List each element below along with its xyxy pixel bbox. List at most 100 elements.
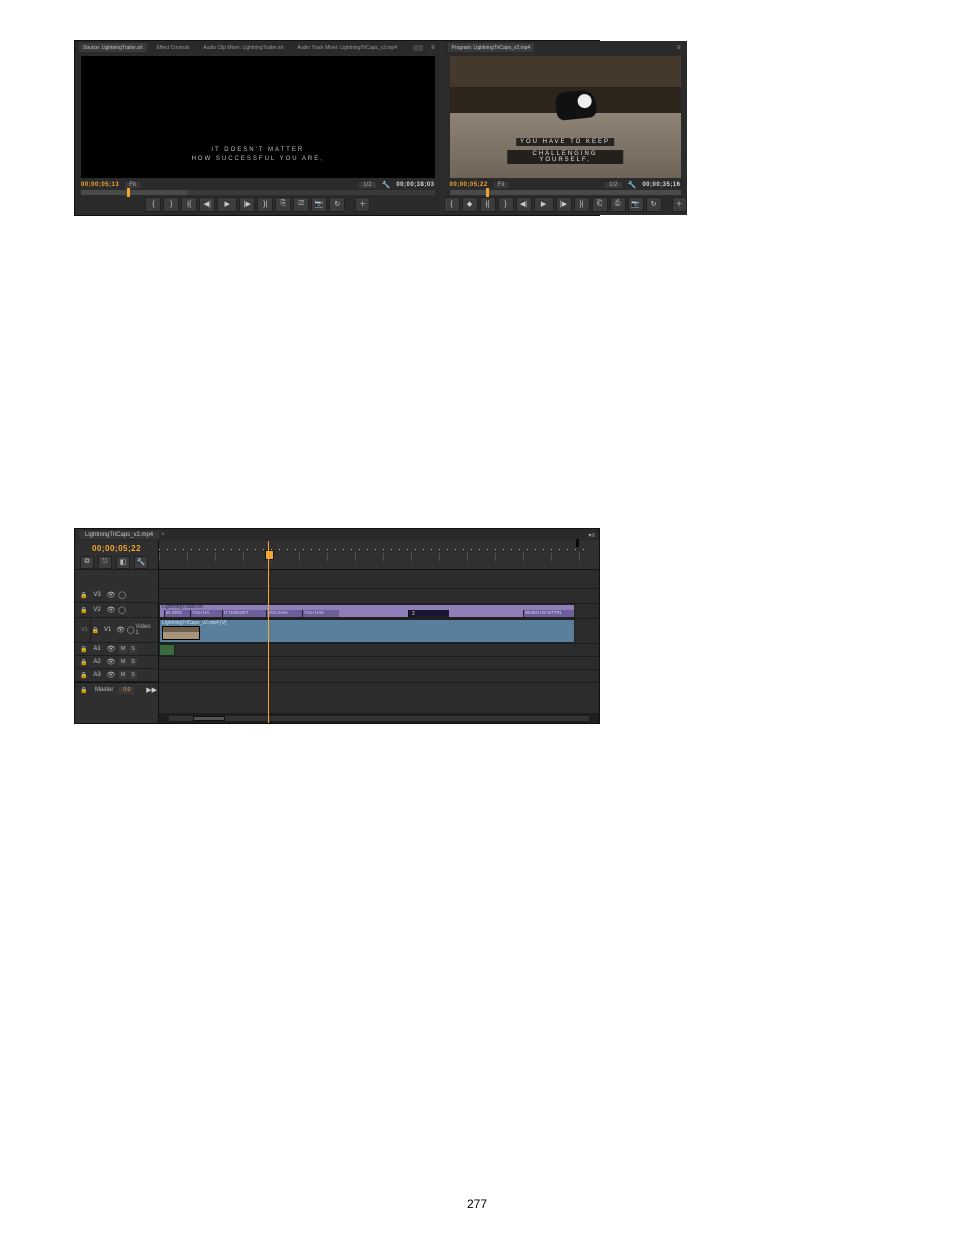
- caption-segment[interactable]: YOU HAV: [266, 610, 303, 617]
- audio-clip[interactable]: [159, 644, 175, 656]
- track-head-v1[interactable]: V1 🔒 V1 👁 ◯ Video 1: [75, 618, 158, 643]
- mute-button[interactable]: M: [119, 671, 127, 679]
- track-head-v3[interactable]: 🔒 V3 👁 ◯: [75, 588, 158, 603]
- play-icon[interactable]: ▶: [534, 197, 554, 212]
- lock-icon[interactable]: 🔒: [79, 659, 89, 666]
- loop-icon[interactable]: ↻: [646, 197, 662, 212]
- sync-lock-icon[interactable]: ◯: [117, 606, 127, 614]
- tab-audio-clip-mixer[interactable]: Audio Clip Mixer: LightningTrailer.srt: [199, 43, 287, 52]
- track-head-a1[interactable]: 🔒 A1 👁 M S: [75, 643, 158, 656]
- mark-in-icon[interactable]: {: [444, 197, 460, 212]
- mark-out-icon[interactable]: }: [163, 197, 179, 212]
- caption-segment[interactable]: YOU HAV: [302, 610, 339, 617]
- track-head-a3[interactable]: 🔒 A3 👁 M S: [75, 669, 158, 682]
- playhead-flag-icon[interactable]: [265, 550, 274, 560]
- master-db[interactable]: 0.0: [119, 686, 134, 694]
- source-res-button[interactable]: 1/2: [359, 182, 375, 188]
- linked-selection-icon[interactable]: ◧: [116, 556, 130, 569]
- eye-icon[interactable]: 👁: [105, 606, 117, 614]
- playhead-line[interactable]: [268, 541, 269, 723]
- eye-icon[interactable]: 👁: [115, 626, 126, 634]
- go-in-icon[interactable]: |{: [181, 197, 197, 212]
- settings-icon[interactable]: 🔧: [134, 556, 148, 569]
- lane-a1[interactable]: [159, 644, 599, 657]
- timeline-playhead-tc[interactable]: 00;00;05;22: [92, 544, 141, 553]
- insert-icon[interactable]: ⎘: [275, 197, 291, 212]
- timeline-content[interactable]: LightningTrailer.srt IN ORD YOU HA IT DO…: [159, 541, 599, 723]
- sync-lock-icon[interactable]: ◯: [117, 591, 127, 599]
- mute-icon[interactable]: 👁: [105, 658, 117, 666]
- mark-in-icon[interactable]: {: [145, 197, 161, 212]
- lane-a3[interactable]: [159, 670, 599, 683]
- button-editor-icon[interactable]: ＋: [355, 197, 370, 212]
- wrench-icon[interactable]: 🔧: [382, 181, 391, 189]
- step-fwd-icon[interactable]: |▶: [556, 197, 572, 212]
- srt-clip[interactable]: LightningTrailer.srt IN ORD YOU HA IT DO…: [159, 604, 575, 618]
- source-tab-overflow[interactable]: [413, 45, 423, 51]
- lock-icon[interactable]: 🔒: [79, 592, 89, 599]
- caption-number[interactable]: 2: [408, 610, 449, 617]
- export-frame-icon[interactable]: 📷: [628, 197, 644, 212]
- tab-audio-track-mixer[interactable]: Audio Track Mixer: LightningTriCaps_v2.m…: [293, 43, 401, 52]
- step-back-icon[interactable]: ◀|: [516, 197, 532, 212]
- panel-menu-icon[interactable]: ▾≡: [588, 532, 595, 539]
- lane-v3[interactable]: [159, 589, 599, 604]
- program-viewport[interactable]: YOU HAVE TO KEEP CHALLENGING YOURSELF,: [450, 56, 681, 178]
- caption-segment[interactable]: YOU HA: [190, 610, 223, 617]
- solo-button[interactable]: S: [129, 645, 137, 653]
- work-area-end-icon[interactable]: [576, 539, 579, 547]
- lane-v2[interactable]: LightningTrailer.srt IN ORD YOU HA IT DO…: [159, 604, 599, 619]
- master-track-head[interactable]: 🔒 Master 0.0 ▶▶: [75, 682, 158, 697]
- lock-icon[interactable]: 🔒: [91, 627, 100, 634]
- overwrite-icon[interactable]: ⎚: [293, 197, 309, 212]
- tab-effect-controls[interactable]: Effect Controls: [153, 43, 194, 52]
- eye-icon[interactable]: 👁: [105, 591, 117, 599]
- mute-button[interactable]: M: [119, 658, 127, 666]
- caption-segment[interactable]: WHEN I'M SITTIN: [523, 610, 574, 617]
- mute-icon[interactable]: 👁: [105, 645, 117, 653]
- panel-menu-icon[interactable]: ≡: [675, 45, 683, 51]
- add-marker-icon[interactable]: ◆: [462, 197, 478, 212]
- nest-icon[interactable]: ⧉: [80, 556, 94, 569]
- loop-icon[interactable]: ↻: [329, 197, 345, 212]
- caption-segment[interactable]: IN ORD: [164, 610, 191, 617]
- program-res-button[interactable]: 1/2: [605, 182, 621, 188]
- go-out-icon[interactable]: }|: [574, 197, 590, 212]
- timeline-hscroll[interactable]: [159, 713, 599, 723]
- program-scrubber[interactable]: [450, 190, 681, 195]
- solo-button[interactable]: S: [129, 658, 137, 666]
- step-fwd-icon[interactable]: |▶: [239, 197, 255, 212]
- source-current-tc[interactable]: 00;00;05;13: [81, 182, 119, 188]
- tab-program[interactable]: Program: LightningTriCaps_v2.mp4: [448, 43, 535, 52]
- track-head-a2[interactable]: 🔒 A2 👁 M S: [75, 656, 158, 669]
- video-clip[interactable]: LightningTriCaps_v2.mp4 [V]: [159, 619, 575, 643]
- program-current-tc[interactable]: 00;00;05;22: [450, 182, 488, 188]
- wrench-icon[interactable]: 🔧: [628, 181, 637, 189]
- step-back-icon[interactable]: ◀|: [199, 197, 215, 212]
- caption-segment[interactable]: IT DOESN'T: [222, 610, 267, 617]
- extract-icon[interactable]: ⎙: [610, 197, 626, 212]
- close-icon[interactable]: ×: [161, 532, 165, 538]
- export-frame-icon[interactable]: 📷: [311, 197, 327, 212]
- lane-a2[interactable]: [159, 657, 599, 670]
- track-head-v2[interactable]: 🔒 V2 👁 ◯: [75, 603, 158, 618]
- source-patch-v1[interactable]: V1: [79, 618, 91, 642]
- sequence-tab[interactable]: LightningTriCaps_v2.mp4: [79, 531, 159, 539]
- lock-icon[interactable]: 🔒: [79, 646, 89, 653]
- lock-icon[interactable]: 🔒: [79, 672, 89, 679]
- snap-icon[interactable]: ⎋: [98, 556, 112, 569]
- solo-button[interactable]: S: [129, 671, 137, 679]
- mark-out-icon[interactable]: }: [498, 197, 514, 212]
- button-editor-icon[interactable]: ＋: [672, 197, 687, 212]
- play-icon[interactable]: ▶: [217, 197, 237, 212]
- go-out-icon[interactable]: }|: [257, 197, 273, 212]
- time-ruler[interactable]: [159, 541, 599, 570]
- lane-v1[interactable]: LightningTriCaps_v2.mp4 [V]: [159, 619, 599, 644]
- program-fit-button[interactable]: Fit: [494, 182, 509, 188]
- go-in-icon[interactable]: |{: [480, 197, 496, 212]
- output-icon[interactable]: ▶▶: [146, 686, 157, 694]
- mute-icon[interactable]: 👁: [105, 671, 117, 679]
- lock-icon[interactable]: 🔒: [79, 687, 89, 694]
- lock-icon[interactable]: 🔒: [79, 607, 89, 614]
- source-scrubber[interactable]: [81, 190, 435, 195]
